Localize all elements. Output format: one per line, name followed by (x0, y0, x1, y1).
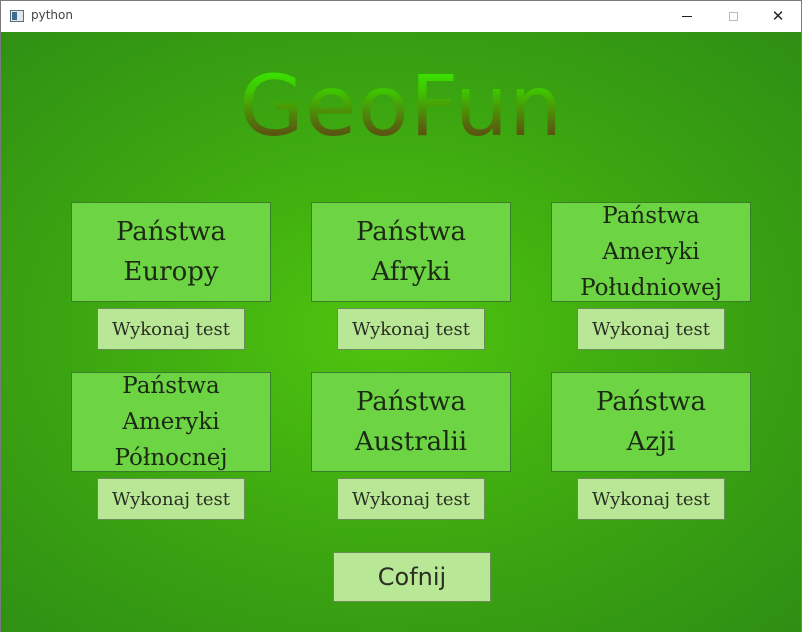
category-card-north-america[interactable]: Państwa Ameryki Północnej (71, 372, 271, 472)
category-card-africa[interactable]: Państwa Afryki (311, 202, 511, 302)
window-title: python (31, 8, 73, 22)
card-label-line1: Państwa (355, 387, 467, 417)
card-label-line2: Afryki (371, 257, 451, 287)
test-button-australia[interactable]: Wykonaj test (337, 478, 485, 520)
main-content: GeoFun Państwa Europy Wykonaj test Państ… (1, 32, 801, 632)
python-app-icon (10, 10, 24, 22)
close-button[interactable]: ✕ (755, 1, 801, 31)
card-label-line1: Państwa (595, 387, 707, 417)
maximize-icon (728, 11, 738, 21)
app-window: python ✕ GeoFun Państwa Europy Wykonaj t… (0, 0, 802, 632)
category-card-asia[interactable]: Państwa Azji (551, 372, 751, 472)
card-label-line1: Państwa Ameryki (122, 373, 220, 435)
card-label-line2: Australii (354, 427, 468, 457)
maximize-button[interactable] (710, 1, 756, 31)
category-card-europe[interactable]: Państwa Europy (71, 202, 271, 302)
card-label-line2: Północnej (114, 445, 228, 471)
card-label-line1: Państwa Ameryki (602, 203, 700, 265)
category-card-australia[interactable]: Państwa Australii (311, 372, 511, 472)
test-button-africa[interactable]: Wykonaj test (337, 308, 485, 350)
card-label-line1: Państwa (115, 217, 227, 247)
card-label-line2: Południowej (580, 275, 722, 301)
minimize-button[interactable] (664, 1, 710, 31)
card-label-line1: Państwa (355, 217, 467, 247)
card-label-line2: Europy (123, 257, 219, 287)
close-icon: ✕ (771, 6, 785, 25)
test-button-asia[interactable]: Wykonaj test (577, 478, 725, 520)
card-label-line2: Azji (626, 427, 676, 457)
minimize-icon (682, 15, 692, 17)
test-button-north-america[interactable]: Wykonaj test (97, 478, 245, 520)
test-button-south-america[interactable]: Wykonaj test (577, 308, 725, 350)
app-logo: GeoFun (1, 56, 801, 156)
back-button[interactable]: Cofnij (333, 552, 491, 602)
category-card-south-america[interactable]: Państwa Ameryki Południowej (551, 202, 751, 302)
test-button-europe[interactable]: Wykonaj test (97, 308, 245, 350)
title-bar[interactable]: python ✕ (1, 1, 801, 31)
